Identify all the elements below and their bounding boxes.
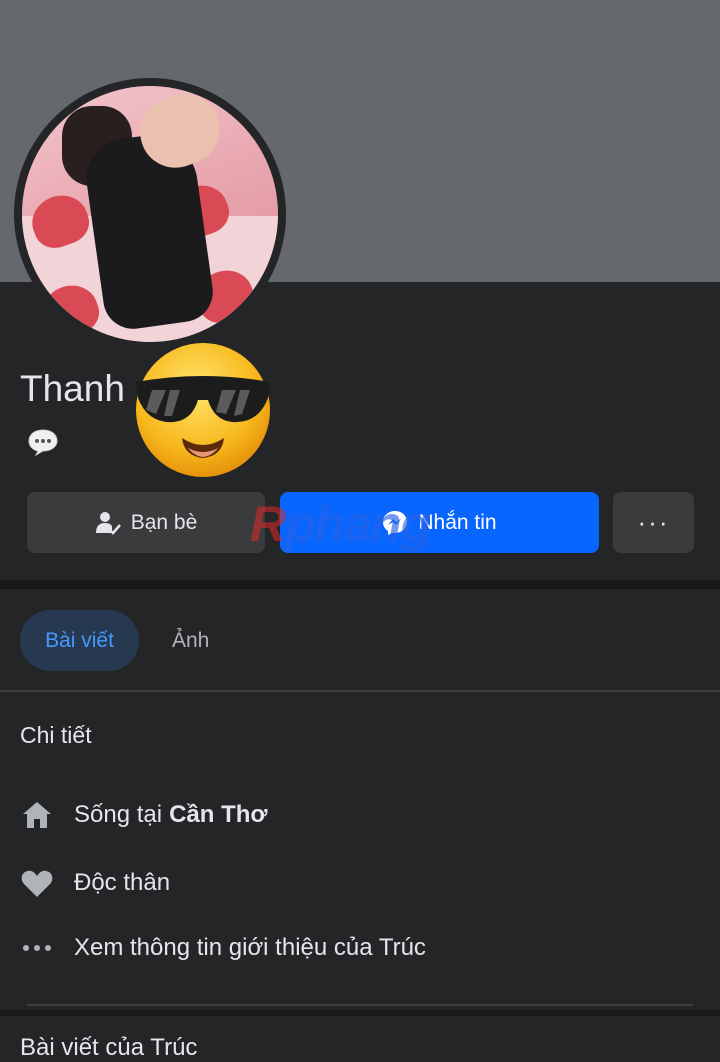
section-divider: [0, 580, 720, 589]
message-button[interactable]: Nhắn tin: [280, 492, 599, 553]
details-title: Chi tiết: [20, 722, 92, 748]
more-icon: ···: [637, 507, 670, 537]
details-divider: [27, 1004, 693, 1006]
posts-section-title: Bài viết của Trúc: [20, 1034, 198, 1061]
friends-button-label: Bạn bè: [130, 510, 198, 534]
friends-button[interactable]: Bạn bè: [27, 492, 265, 553]
messenger-icon: [383, 510, 408, 535]
lives-in-place[interactable]: Cần Thơ: [169, 801, 267, 829]
heart-icon: [20, 866, 54, 900]
profile-name: Thanh: [20, 368, 125, 409]
section-divider-bottom: [0, 1010, 720, 1016]
more-dots-icon: [20, 931, 54, 965]
more-options-button[interactable]: ···: [613, 492, 694, 553]
tab-photos[interactable]: Ảnh: [160, 610, 221, 671]
message-button-label: Nhắn tin: [418, 510, 497, 534]
detail-lives-in[interactable]: Sống tại Cần Thơ: [20, 795, 267, 835]
friend-check-icon: [95, 511, 121, 535]
profile-avatar[interactable]: [14, 78, 286, 350]
sunglasses-emoji-icon: [136, 343, 270, 477]
detail-relationship: Độc thân: [20, 863, 170, 903]
tab-posts[interactable]: Bài viết: [20, 610, 139, 671]
avatar-image: [22, 86, 278, 342]
detail-see-more[interactable]: Xem thông tin giới thiệu của Trúc: [20, 928, 426, 968]
tabs-divider: [0, 690, 720, 692]
lives-in-prefix: Sống tại: [74, 801, 163, 828]
see-more-text: Xem thông tin giới thiệu của Trúc: [74, 934, 426, 961]
relationship-text: Độc thân: [74, 869, 171, 896]
speech-bubble-icon: [28, 429, 58, 456]
home-icon: [20, 798, 54, 832]
